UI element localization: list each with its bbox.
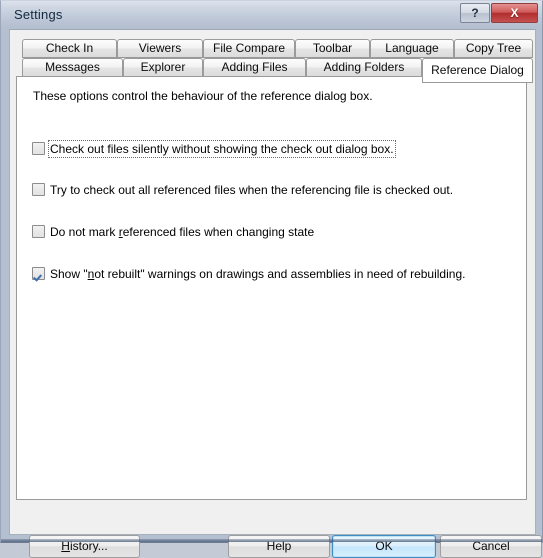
tab-messages[interactable]: Messages [22,58,123,77]
window-title: Settings [14,7,63,22]
label-part: istory... [69,539,108,553]
label-mnemonic: H [61,539,70,553]
settings-dialog-window: Settings ? X Check In Viewers File Compare… [0,0,543,558]
checkbox-row-try-check-out-referenced[interactable]: Try to check out all referenced files wh… [32,181,453,198]
tab-adding-folders[interactable]: Adding Folders [306,58,422,77]
intro-description: These options control the behaviour of t… [33,89,373,103]
cancel-button[interactable]: Cancel [440,535,542,558]
tab-page-reference-dialog: These options control the behaviour of t… [16,76,527,500]
history-button[interactable]: History... [29,535,140,558]
help-button[interactable]: Help [228,535,330,558]
checkbox-do-not-mark-referenced[interactable] [32,225,45,238]
checkbox-row-do-not-mark-referenced[interactable]: Do not mark referenced files when changi… [32,223,314,240]
tab-adding-files[interactable]: Adding Files [203,58,306,77]
title-bar[interactable]: Settings ? X [1,1,542,29]
dialog-client-area: Check In Viewers File Compare Toolbar Langua… [9,29,542,558]
tab-copy-tree[interactable]: Copy Tree [454,39,533,58]
tab-reference-dialog[interactable]: Reference Dialog [422,58,533,83]
checkbox-label-try-check-out-referenced: Try to check out all referenced files wh… [50,183,453,197]
close-icon-button[interactable]: X [491,3,538,23]
tab-check-in[interactable]: Check In [22,39,117,58]
label-part: eferenced files when changing state [122,224,315,239]
tab-file-compare[interactable]: File Compare [203,39,295,58]
tab-language[interactable]: Language [370,39,454,58]
checkbox-try-check-out-referenced[interactable] [32,183,45,196]
checkbox-label-check-out-silently: Check out files silently without showing… [48,139,396,158]
ok-button[interactable]: OK [332,535,436,558]
tab-viewers[interactable]: Viewers [117,39,203,58]
label-part: Check out files silently without showing… [50,141,394,156]
label-part: Show " [50,266,88,281]
checkbox-label-do-not-mark-referenced: Do not mark referenced files when changi… [50,225,314,239]
label-part: Try to check out all referenced files wh… [50,182,454,197]
tab-explorer[interactable]: Explorer [123,58,203,77]
tab-toolbar[interactable]: Toolbar [295,39,370,58]
checkbox-label-show-not-rebuilt-warnings: Show "not rebuilt" warnings on drawings … [50,267,465,281]
checkbox-show-not-rebuilt-warnings[interactable] [32,267,45,280]
label-part: ot rebuilt" warnings on drawings and ass… [94,266,466,281]
help-question-icon-button[interactable]: ? [460,3,490,23]
checkbox-row-check-out-silently[interactable]: Check out files silently without showing… [32,139,396,158]
label-part: Do not mark [50,224,119,239]
checkbox-row-show-not-rebuilt-warnings[interactable]: Show "not rebuilt" warnings on drawings … [32,265,465,282]
checkbox-check-out-silently[interactable] [32,142,45,155]
